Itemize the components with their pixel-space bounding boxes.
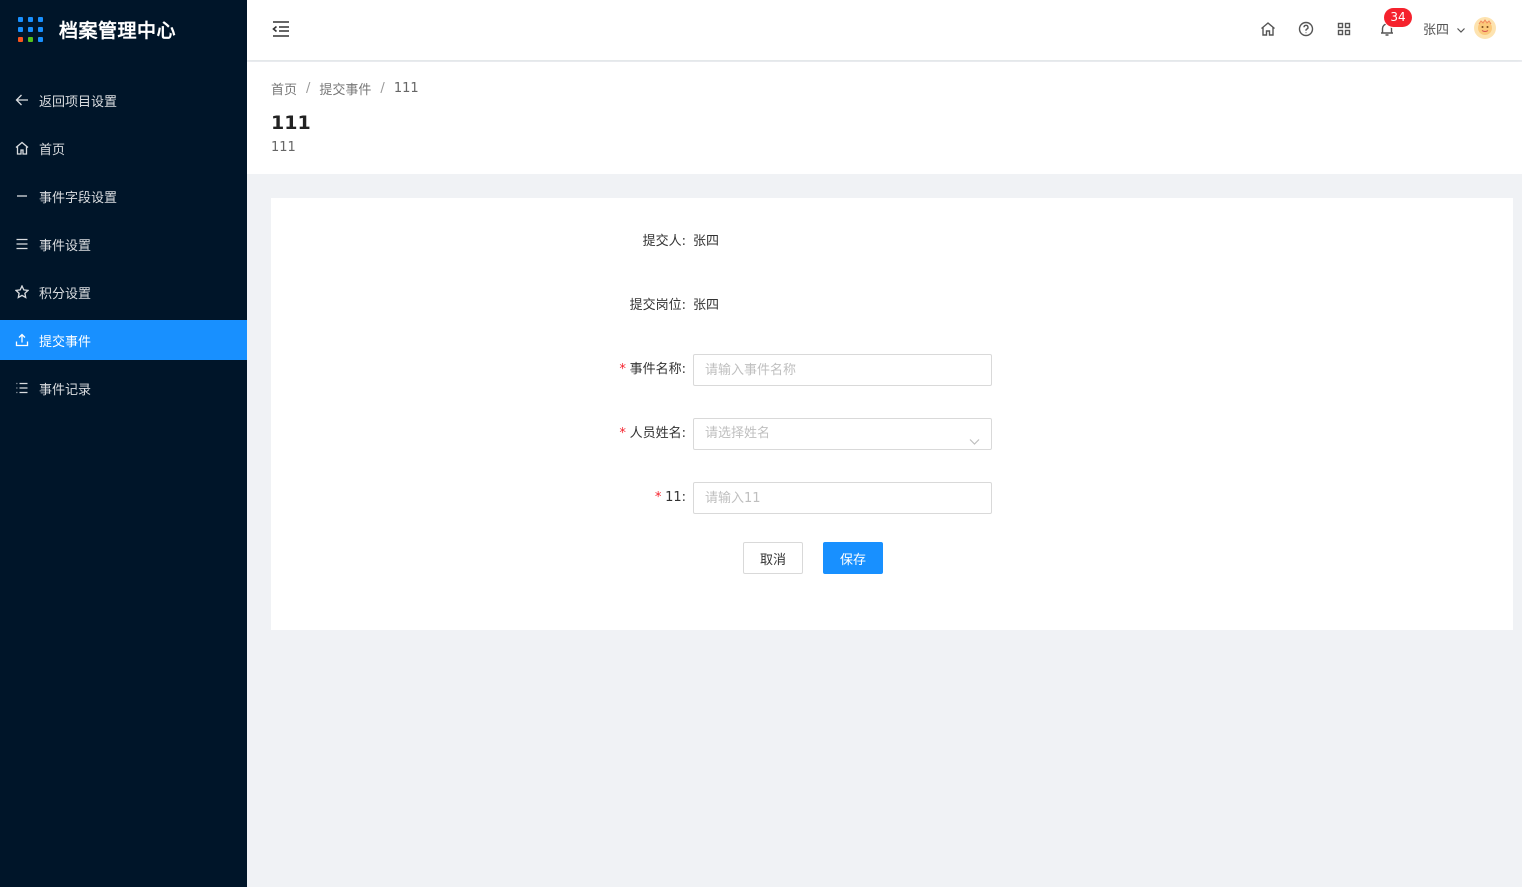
sidebar-item-home[interactable]: 首页: [0, 128, 247, 168]
required-mark: *: [618, 362, 627, 377]
menu-icon: [15, 237, 29, 251]
brand: 档案管理中心: [0, 0, 247, 58]
app-title: 档案管理中心: [59, 19, 177, 42]
submitter-row: 提交人: 张四: [271, 226, 1513, 258]
event-name-label-text: 事件名称:: [629, 362, 686, 377]
person-name-row: * 人员姓名: 请选择姓名: [271, 418, 1513, 450]
top-header: 34 张四: [247, 0, 1522, 60]
minus-icon: [15, 189, 29, 203]
page-title: 111: [271, 112, 311, 134]
event-name-row: * 事件名称:: [271, 354, 1513, 386]
submitter-label: 提交人:: [642, 234, 686, 249]
position-label: 提交岗位:: [629, 298, 686, 313]
form-card: 提交人: 张四 提交岗位: 张四 *事件名称: *人员姓名: 请选择姓名 *11…: [271, 198, 1513, 630]
upload-icon: [15, 333, 29, 347]
sidebar-item-points-settings[interactable]: 积分设置: [0, 272, 247, 312]
save-button[interactable]: 保存: [823, 542, 883, 574]
breadcrumb-separator: /: [306, 81, 311, 96]
breadcrumb-home[interactable]: 首页: [271, 79, 297, 98]
sidebar-item-label: 返回项目设置: [39, 94, 118, 110]
sidebar-item-label: 首页: [39, 142, 66, 158]
cancel-button[interactable]: 取消: [743, 542, 803, 574]
star-icon: [15, 285, 29, 299]
sidebar-item-event-field-settings[interactable]: 事件字段设置: [0, 176, 247, 216]
menu-fold-icon[interactable]: [271, 20, 291, 38]
page-header: 首页 / 提交事件 / 111 111 111: [247, 62, 1522, 174]
sidebar-item-label: 积分设置: [39, 286, 92, 302]
breadcrumb-separator: /: [380, 81, 385, 96]
position-row: 提交岗位: 张四: [271, 290, 1513, 322]
user-name[interactable]: 张四: [1423, 19, 1449, 38]
chevron-down-icon[interactable]: [1456, 23, 1466, 33]
notification-badge: 34: [1384, 8, 1412, 27]
position-value: 张四: [693, 298, 720, 313]
person-name-placeholder: 请选择姓名: [705, 426, 771, 441]
sidebar-item-label: 事件字段设置: [39, 190, 118, 206]
required-mark: *: [654, 490, 663, 505]
person-name-select[interactable]: 请选择姓名: [693, 418, 992, 450]
arrow-left-icon: [15, 93, 29, 107]
submitter-value: 张四: [693, 234, 720, 249]
sidebar-menu: 返回项目设置 首页 事件字段设置 事件设置 积分设置 提交事件 事件记录: [0, 80, 247, 408]
page-subtitle: 111: [271, 140, 296, 155]
breadcrumb: 首页 / 提交事件 / 111: [271, 79, 419, 98]
help-icon[interactable]: [1298, 21, 1314, 37]
field11-row: * 11:: [271, 482, 1513, 514]
event-name-label: * 事件名称:: [619, 354, 686, 386]
field11-label-text: 11:: [665, 490, 686, 505]
breadcrumb-current: 111: [393, 81, 419, 96]
apps-icon[interactable]: [1336, 21, 1352, 37]
person-name-label: * 人员姓名:: [619, 418, 686, 450]
sidebar-item-event-settings[interactable]: 事件设置: [0, 224, 247, 264]
sidebar-item-back-to-project-settings[interactable]: 返回项目设置: [0, 80, 247, 120]
apps-grid-icon: [18, 16, 43, 42]
breadcrumb-submit-event[interactable]: 提交事件: [319, 79, 371, 98]
person-name-label-text: 人员姓名:: [629, 426, 686, 441]
chevron-down-icon: [969, 429, 980, 445]
required-mark: *: [618, 426, 627, 441]
field11-label: * 11:: [654, 482, 686, 514]
home-icon: [15, 141, 29, 155]
sidebar-item-label: 事件记录: [39, 382, 92, 398]
field11-input[interactable]: [693, 482, 992, 514]
event-name-input[interactable]: [693, 354, 992, 386]
list-icon: [15, 381, 29, 395]
sidebar: 档案管理中心 返回项目设置 首页 事件字段设置 事件设置 积分设置 提交事件 事…: [0, 0, 247, 887]
home-icon[interactable]: [1260, 21, 1276, 37]
sidebar-item-event-records[interactable]: 事件记录: [0, 368, 247, 408]
sidebar-item-label: 事件设置: [39, 238, 92, 254]
avatar[interactable]: [1474, 17, 1496, 39]
sidebar-item-submit-event[interactable]: 提交事件: [0, 320, 247, 360]
sidebar-item-label: 提交事件: [39, 334, 92, 350]
